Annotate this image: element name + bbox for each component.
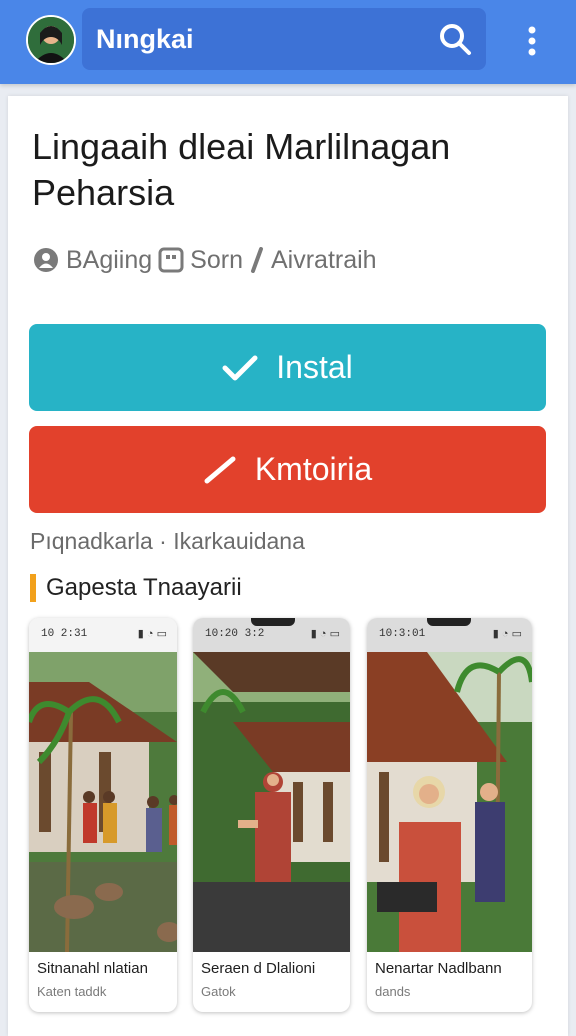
phone-status-bar: 10:3:01 ▮ ◔ ▭: [367, 618, 532, 652]
phone-notch: [427, 618, 471, 626]
status-time: 10:20 3:2: [205, 628, 265, 640]
rating-icon: [158, 247, 184, 273]
status-time: 10 2:31: [41, 628, 88, 640]
phone-status-bar: 10:20 3:2 ▮ ◔ ▭: [193, 618, 350, 652]
signal-wifi-battery-icon: ▮ ◔ ▭: [137, 628, 167, 640]
edit-icon: [250, 247, 263, 273]
user-avatar[interactable]: [26, 15, 76, 65]
village-photo: [367, 652, 532, 952]
install-label: Instal: [276, 349, 353, 385]
rating-label: Sorn: [190, 245, 243, 274]
screenshot-caption: Sitnanahl nlatian: [37, 960, 148, 977]
app-bar: Nıngkai: [0, 0, 576, 84]
screenshots-section-title: Gapesta Tnaayarii: [46, 574, 242, 601]
check-icon: [222, 355, 258, 380]
signal-wifi-battery-icon: ▮ ◔ ▭: [310, 628, 340, 640]
secondary-label: Kmtoiria: [254, 451, 373, 487]
section-accent-bar: [30, 574, 36, 602]
screenshot-caption: Seraen d Dlalioni: [201, 960, 316, 977]
install-button[interactable]: Instal: [29, 324, 546, 411]
screenshot-card[interactable]: 10 2:31 ▮ ◔ ▭ Sitnanahl nlatian Katen ta…: [29, 618, 177, 1012]
more-vert-icon[interactable]: [520, 22, 544, 62]
screenshot-card[interactable]: 10:3:01 ▮ ◔ ▭ Nenartar Nadlbann dands: [367, 618, 532, 1012]
avatar-icon: [28, 17, 74, 63]
developer-icon: [34, 248, 58, 272]
search-bar[interactable]: Nıngkai: [82, 8, 486, 70]
app-title: Lingaaih dleai Marlilnagan Peharsia: [32, 126, 451, 213]
screenshot-subcaption: dands: [375, 984, 411, 999]
phone-notch: [251, 618, 295, 626]
size-label: Aivratraih: [270, 245, 377, 274]
signal-wifi-battery-icon: ▮ ◔ ▭: [492, 628, 522, 640]
developer-name: BAgiing: [66, 245, 153, 274]
search-icon[interactable]: [438, 22, 472, 56]
app-meta: BAgiing Sorn Aivratraih: [32, 244, 383, 276]
screenshot-subcaption: Katen taddk: [37, 984, 107, 999]
status-time: 10:3:01: [379, 628, 426, 640]
village-photo: [29, 652, 177, 952]
screenshot-card[interactable]: 10:20 3:2 ▮ ◔ ▭ Seraen d Dlalioni Gatok: [193, 618, 350, 1012]
phone-status-bar: 10 2:31 ▮ ◔ ▭: [29, 618, 177, 652]
category-line: Pıqnadkarla · Ikarkauidana: [30, 528, 305, 554]
screenshot-subcaption: Gatok: [201, 984, 236, 999]
screenshot-caption: Nenartar Nadlbann: [375, 960, 502, 977]
pencil-icon: [204, 456, 236, 483]
secondary-button[interactable]: Kmtoiria: [29, 426, 546, 513]
village-photo: [193, 652, 350, 952]
app-bar-title: Nıngkai: [96, 24, 194, 54]
